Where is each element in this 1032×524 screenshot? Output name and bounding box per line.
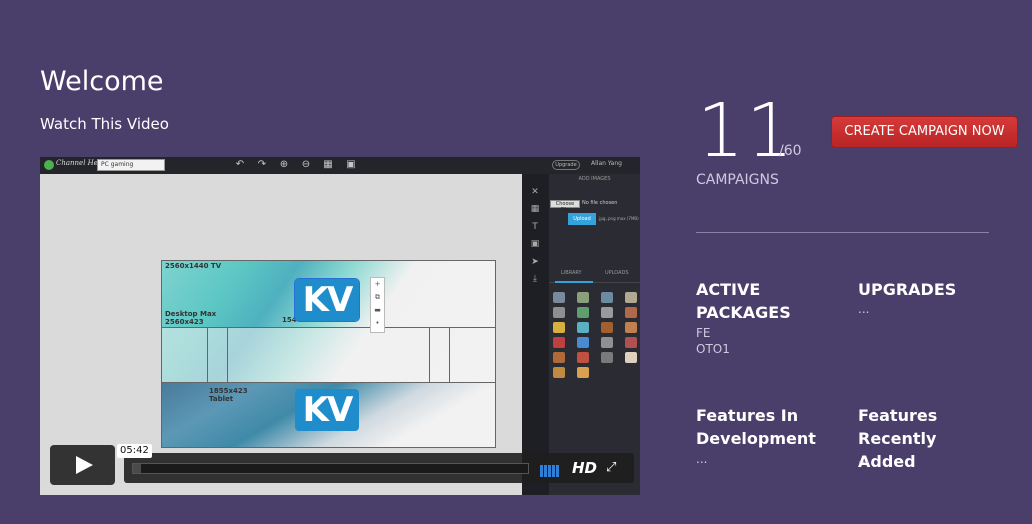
add-images-heading: ADD IMAGES [578,176,611,182]
asset-thumb [577,367,589,378]
zoom-out-icon: ⊖ [301,159,311,170]
asset-thumb [601,307,613,318]
asset-thumb [553,367,565,378]
board-guide [207,327,208,383]
assets-tabs: LIBRARY UPLOADS [549,267,640,283]
features-dev-heading: Features In Development [696,406,816,448]
delete-icon: ▬ [374,306,381,314]
asset-thumb [601,352,613,363]
element-tools: + ⧉ ▬ • [370,277,385,333]
video-control-bar: HD ⤢ [124,453,634,483]
label-tablet: 1855x423 Tablet [209,387,248,403]
tab-uploads: UPLOADS [605,270,629,276]
campaigns-label: CAMPAIGNS [696,172,779,188]
zoom-in-icon: ⊕ [279,159,289,170]
editor-search-input: PC gaming [97,159,165,171]
asset-thumb [625,337,637,348]
board-guide [429,327,430,383]
label-desktop: Desktop Max 2560x423 [165,310,217,326]
add-icon: + [374,280,381,288]
board-guide [227,327,228,383]
download-icon: ⤓ [533,274,537,284]
progress-bar[interactable] [132,463,529,474]
features-dev-value: ... [696,452,708,466]
time-indicator: 05:42 [117,444,152,458]
divider [696,232,989,233]
asset-thumb [577,352,589,363]
fullscreen-icon[interactable]: ⤢ [606,460,616,475]
asset-thumb [601,322,613,333]
no-file-text: No file chosen [582,200,618,206]
asset-thumb [625,292,637,303]
upgrades-heading: UPGRADES [858,280,957,299]
grid-icon: ▦ [323,159,333,170]
undo-icon: ↶ [235,159,245,170]
kv-logo-bottom: KV [295,389,359,431]
board-guide [449,327,450,383]
tab-underline [555,281,593,283]
asset-thumb [553,352,565,363]
asset-thumb [625,352,637,363]
asset-thumb [625,307,637,318]
channel-logo-icon [44,160,54,170]
asset-thumb [553,322,565,333]
text-icon: T [532,222,538,232]
close-icon: ✕ [531,187,539,197]
package-item: OTO1 [696,342,730,356]
label-tv: 2560x1440 TV [165,262,222,270]
play-button[interactable] [50,445,115,485]
volume-icon[interactable] [540,462,562,477]
design-board: 2560x1440 TV Desktop Max 2560x423 154 18… [161,260,496,448]
watch-video-text: Watch This Video [40,115,169,133]
asset-thumb [601,292,613,303]
image-icon: ▣ [530,239,540,249]
welcome-title: Welcome [40,66,164,97]
editor-toolbar: Channel Hero PC gaming ↶ ↷ ⊕ ⊖ ▦ ▣ Upgra… [40,157,640,174]
asset-thumb [553,337,565,348]
asset-thumb [553,307,565,318]
asset-thumb [625,322,637,333]
upload-button: Upload [568,213,596,225]
upgrade-pill: Upgrade [552,160,580,170]
editor-user: Allan Yang [591,160,622,167]
package-item: FE [696,326,711,340]
progress-fill [133,464,141,473]
copy-icon: ⧉ [375,293,380,301]
upgrades-value: ... [858,302,870,316]
campaign-max: /60 [779,143,802,159]
send-icon: ➤ [531,257,539,267]
tab-library: LIBRARY [561,270,582,276]
board-band [162,327,495,383]
active-packages-heading: ACTIVE PACKAGES [696,280,791,322]
hd-toggle[interactable]: HD [572,459,597,477]
trash-icon: • [375,319,380,327]
redo-icon: ↷ [257,159,267,170]
save-icon: ▣ [346,159,356,170]
kv-logo-top: KV [294,278,360,322]
video-player[interactable]: Channel Hero PC gaming ↶ ↷ ⊕ ⊖ ▦ ▣ Upgra… [40,157,640,495]
choose-file-button: Choose File [550,200,580,213]
features-added-heading: Features Recently Added [858,406,938,471]
create-campaign-button[interactable]: CREATE CAMPAIGN NOW [831,116,1018,148]
asset-thumb [577,322,589,333]
asset-thumb [577,292,589,303]
asset-thumb [577,307,589,318]
layout-icon: ▦ [530,204,540,214]
assets-panel: ADD IMAGES Choose File No file chosen Up… [549,174,640,495]
asset-thumb [553,292,565,303]
play-icon [76,456,93,474]
asset-thumb [577,337,589,348]
asset-thumb [601,337,613,348]
formats-text: .jpg,.png max (7MB) [598,216,639,221]
features-added-value: ... [858,452,870,466]
campaign-count: 11 [697,88,796,174]
editor-side-strip: ✕ ▦ T ▣ ➤ ⤓ [522,174,549,495]
